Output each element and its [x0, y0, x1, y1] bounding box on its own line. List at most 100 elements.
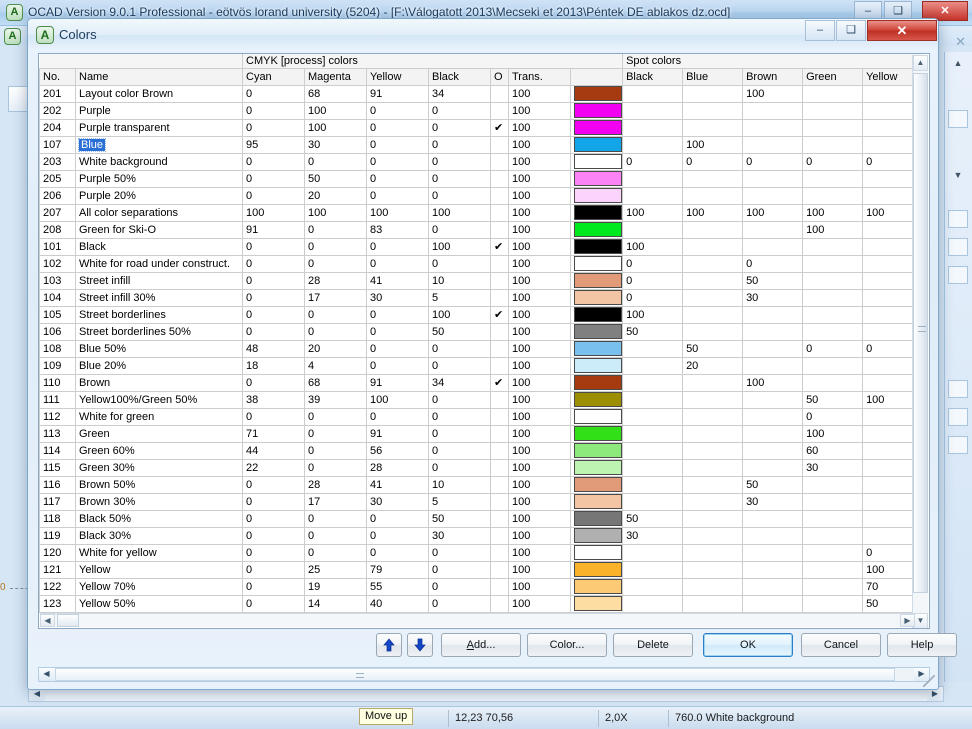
cell-transparency[interactable]: 100	[507, 475, 572, 494]
cell-spot-blue[interactable]: 50	[682, 339, 744, 358]
cell-overprint[interactable]	[490, 203, 509, 222]
cell-spot-green[interactable]	[802, 543, 864, 562]
cell-yellow[interactable]: 91	[366, 424, 429, 443]
cell-yellow[interactable]: 0	[366, 254, 429, 273]
cell-spot-blue[interactable]	[682, 169, 744, 188]
cell-overprint[interactable]	[490, 509, 509, 528]
cell-black[interactable]: 0	[428, 577, 491, 596]
cell-number[interactable]: 103	[39, 271, 76, 290]
cell-spot-black[interactable]	[622, 339, 684, 358]
cell-spot-blue[interactable]	[682, 118, 744, 137]
cell-transparency[interactable]: 100	[507, 169, 572, 188]
cell-spot-black[interactable]	[622, 390, 684, 409]
cell-yellow[interactable]: 0	[366, 526, 429, 545]
table-row[interactable]: 205 Purple 50% 0 50 0 0 100	[39, 169, 924, 188]
cell-spot-green[interactable]	[802, 169, 864, 188]
cell-cyan[interactable]: 0	[242, 186, 305, 205]
cell-transparency[interactable]: 100	[507, 84, 572, 103]
cell-color-swatch[interactable]	[570, 492, 624, 511]
cell-cyan[interactable]: 0	[242, 509, 305, 528]
cell-name[interactable]: Yellow	[75, 560, 243, 579]
dialog-titlebar[interactable]: A Colors – ❑ ✕	[28, 19, 938, 51]
cell-spot-brown[interactable]	[742, 441, 804, 460]
cell-cyan[interactable]: 0	[242, 271, 305, 290]
cell-black[interactable]: 0	[428, 560, 491, 579]
table-row[interactable]: 111 Yellow100%/Green 50% 38 39 100 0 100 50 100	[39, 390, 924, 409]
cell-color-swatch[interactable]	[570, 288, 624, 307]
table-horizontal-scrollbar[interactable]: ◀ ▶	[40, 613, 915, 627]
cell-spot-brown[interactable]	[742, 169, 804, 188]
cell-cyan[interactable]: 0	[242, 594, 305, 613]
cell-magenta[interactable]: 0	[304, 543, 367, 562]
cell-color-swatch[interactable]	[570, 441, 624, 460]
cell-yellow[interactable]: 0	[366, 339, 429, 358]
cell-black[interactable]: 0	[428, 135, 491, 154]
cell-spot-black[interactable]	[622, 458, 684, 477]
cell-cyan[interactable]: 0	[242, 101, 305, 120]
cell-name[interactable]: Brown	[75, 373, 243, 392]
cell-yellow[interactable]: 28	[366, 458, 429, 477]
cell-number[interactable]: 122	[39, 577, 76, 596]
cell-yellow[interactable]: 100	[366, 203, 429, 222]
cell-magenta[interactable]: 25	[304, 560, 367, 579]
cell-spot-brown[interactable]	[742, 424, 804, 443]
cell-magenta[interactable]: 28	[304, 475, 367, 494]
cell-number[interactable]: 106	[39, 322, 76, 341]
cell-spot-black[interactable]	[622, 373, 684, 392]
cell-spot-green[interactable]	[802, 118, 864, 137]
cell-overprint[interactable]	[490, 135, 509, 154]
cell-name[interactable]: Street borderlines 50%	[75, 322, 243, 341]
table-row[interactable]: 107 Blue 95 30 0 0 100 100	[39, 135, 924, 154]
cell-name[interactable]: Brown 50%	[75, 475, 243, 494]
cell-transparency[interactable]: 100	[507, 356, 572, 375]
cell-name[interactable]: Yellow100%/Green 50%	[75, 390, 243, 409]
cell-cyan[interactable]: 0	[242, 322, 305, 341]
cell-transparency[interactable]: 100	[507, 339, 572, 358]
cell-spot-black[interactable]: 0	[622, 254, 684, 273]
cell-yellow[interactable]: 91	[366, 373, 429, 392]
cell-magenta[interactable]: 100	[304, 203, 367, 222]
cell-cyan[interactable]: 0	[242, 254, 305, 273]
cell-transparency[interactable]: 100	[507, 271, 572, 290]
cell-spot-blue[interactable]: 100	[682, 203, 744, 222]
cell-spot-black[interactable]	[622, 220, 684, 239]
table-row[interactable]: 101 Black 0 0 0 100 ✔ 100 100	[39, 237, 924, 256]
cell-name[interactable]: Street infill 30%	[75, 288, 243, 307]
table-hscroll-thumb[interactable]	[57, 614, 79, 627]
cell-number[interactable]: 111	[39, 390, 76, 409]
cell-number[interactable]: 102	[39, 254, 76, 273]
cell-spot-black[interactable]	[622, 118, 684, 137]
cell-yellow[interactable]: 0	[366, 322, 429, 341]
cell-spot-blue[interactable]: 20	[682, 356, 744, 375]
cell-transparency[interactable]: 100	[507, 101, 572, 120]
cell-cyan[interactable]: 0	[242, 492, 305, 511]
column-header-black[interactable]: Black	[428, 67, 491, 86]
cell-magenta[interactable]: 0	[304, 322, 367, 341]
table-vertical-scrollbar[interactable]: ▲ ▼	[912, 55, 928, 628]
table-vscroll-thumb[interactable]	[913, 73, 928, 593]
table-row[interactable]: 120 White for yellow 0 0 0 0 100 0	[39, 543, 924, 562]
cell-spot-brown[interactable]	[742, 526, 804, 545]
cell-black[interactable]: 34	[428, 84, 491, 103]
cell-number[interactable]: 104	[39, 288, 76, 307]
cell-black[interactable]: 50	[428, 322, 491, 341]
cell-magenta[interactable]: 0	[304, 424, 367, 443]
table-row[interactable]: 113 Green 71 0 91 0 100 100	[39, 424, 924, 443]
cell-overprint[interactable]	[490, 441, 509, 460]
colors-table[interactable]: CMYK [process] colors Spot colors No. Name C…	[39, 54, 924, 613]
cell-overprint[interactable]	[490, 458, 509, 477]
cell-spot-brown[interactable]: 50	[742, 271, 804, 290]
table-scroll-up-icon[interactable]: ▲	[913, 55, 928, 71]
column-header-yellow[interactable]: Yellow	[366, 67, 429, 86]
cell-overprint[interactable]	[490, 152, 509, 171]
cell-black[interactable]: 5	[428, 288, 491, 307]
cell-yellow[interactable]: 0	[366, 305, 429, 324]
cell-spot-green[interactable]: 0	[802, 407, 864, 426]
cell-magenta[interactable]: 100	[304, 101, 367, 120]
cell-overprint[interactable]	[490, 186, 509, 205]
table-row[interactable]: 112 White for green 0 0 0 0 100 0	[39, 407, 924, 426]
column-header-magenta[interactable]: Magenta	[304, 67, 367, 86]
table-row[interactable]: 103 Street infill 0 28 41 10 100 0 50	[39, 271, 924, 290]
cell-overprint[interactable]	[490, 526, 509, 545]
cell-cyan[interactable]: 95	[242, 135, 305, 154]
